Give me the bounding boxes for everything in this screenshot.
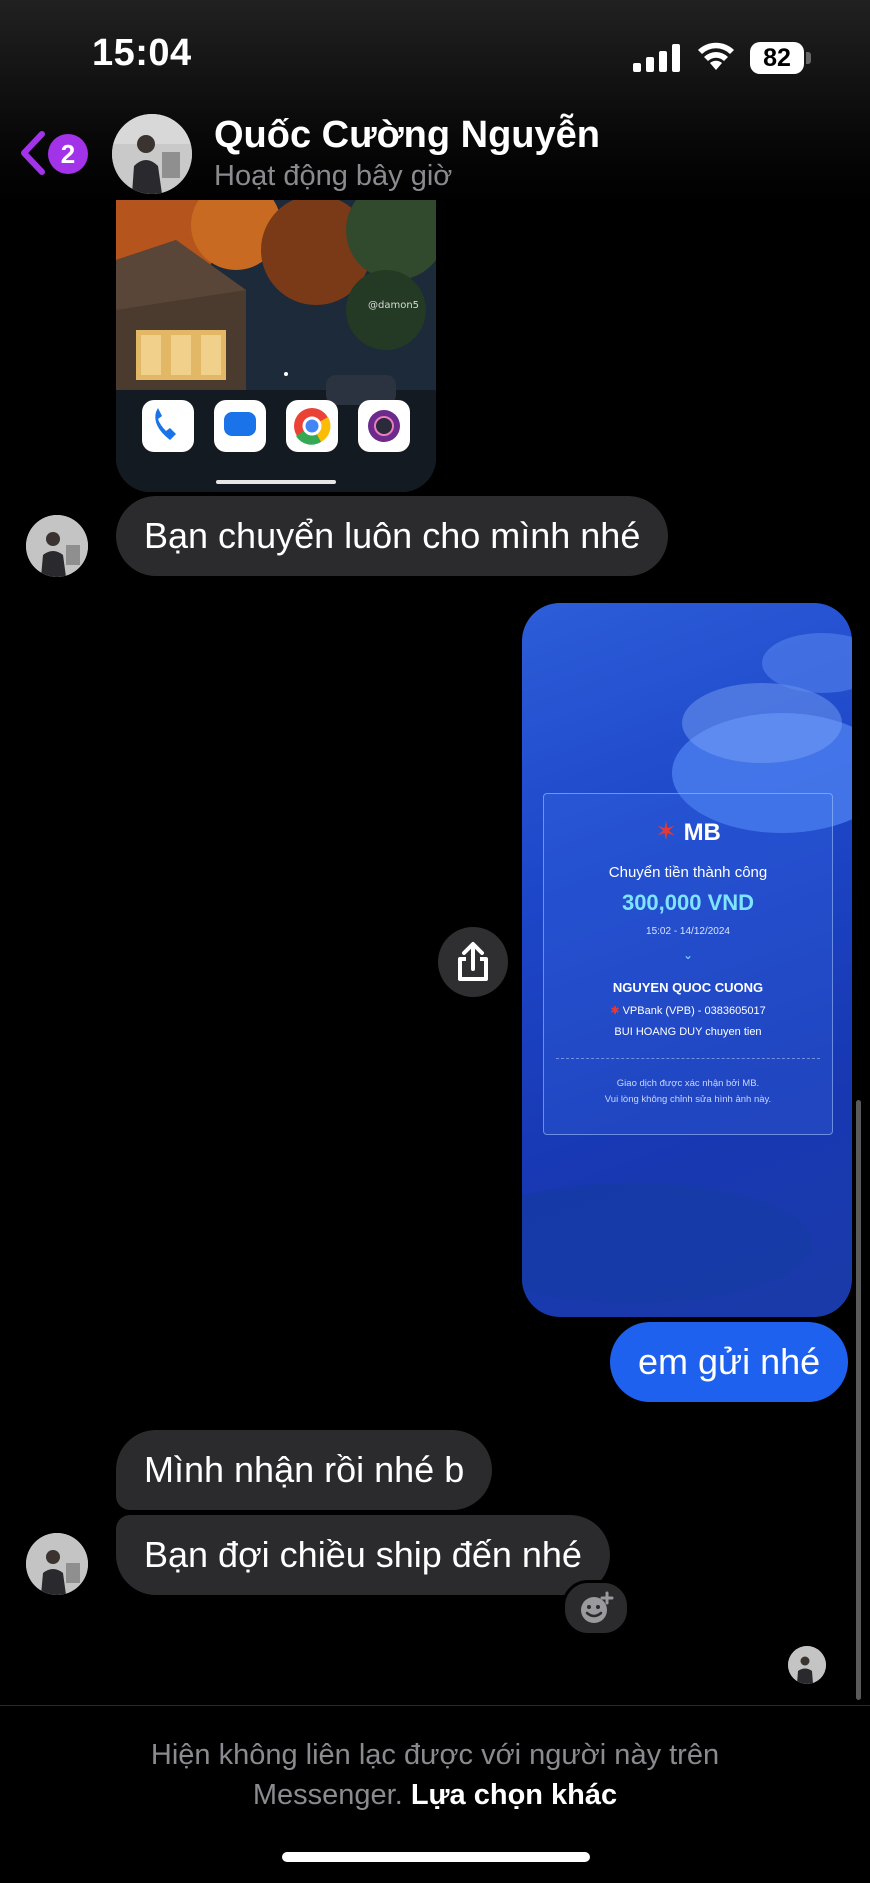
mb-star-icon: ✶ (655, 816, 677, 846)
receipt-footer-line2: Vui lòng không chỉnh sửa hình ảnh này. (604, 1094, 772, 1105)
message-bubble-incoming[interactable]: Mình nhận rồi nhé b (116, 1430, 493, 1510)
contact-active-status: Hoạt động bây giờ (214, 160, 453, 192)
receipt-amount: 300,000 VND (621, 890, 755, 915)
transfer-receipt-image[interactable]: ✶ MB Chuyển tiền thành công 300,000 VND … (522, 603, 852, 1317)
sender-avatar[interactable] (26, 1533, 88, 1595)
wifi-icon (698, 42, 734, 70)
status-time: 15:04 (92, 32, 192, 74)
chevron-left-icon (21, 131, 45, 175)
home-indicator[interactable] (282, 1852, 590, 1862)
unavailable-notice: Hiện không liên lạc được với người này t… (0, 1735, 870, 1815)
shared-image-top[interactable]: @damon5 (116, 200, 436, 492)
vpbank-icon: ✱ (610, 1005, 620, 1017)
share-button[interactable] (438, 927, 508, 997)
footer-divider (0, 1705, 870, 1706)
unavailable-notice-line2: Messenger. (252, 1779, 403, 1811)
seen-receipt-avatar (788, 1646, 826, 1684)
message-bubble-incoming[interactable]: Bạn đợi chiều ship đến nhé (116, 1515, 610, 1595)
receipt-footer-line1: Giao dịch được xác nhận bởi MB. (616, 1078, 760, 1089)
unread-count-badge: 2 (48, 134, 88, 174)
add-reaction-button[interactable] (562, 1580, 630, 1636)
sender-avatar[interactable] (26, 515, 88, 577)
receipt-card: ✶ MB Chuyển tiền thành công 300,000 VND … (543, 793, 833, 1135)
chevron-down-icon: ⌄ (682, 948, 694, 962)
contact-name[interactable]: Quốc Cường Nguyễn (214, 114, 600, 157)
smiley-plus-icon (581, 1591, 614, 1623)
message-bubble-incoming[interactable]: Bạn chuyển luôn cho mình nhé (116, 496, 669, 576)
unavailable-notice-line1: Hiện không liên lạc được với người này t… (150, 1739, 720, 1771)
receipt-note: BUI HOANG DUY chuyen tien (614, 1026, 762, 1038)
cellular-signal-icon (633, 44, 680, 72)
receipt-recipient-bank: VPBank (VPB) - 0383605017 (622, 1005, 766, 1017)
battery-level: 82 (763, 44, 791, 72)
image-watermark: @damon5 (368, 300, 419, 311)
other-options-link[interactable]: Lựa chọn khác (411, 1779, 617, 1811)
phone-screenshot-image: @damon5 (116, 200, 436, 492)
receipt-title: Chuyển tiền thành công (608, 864, 768, 881)
contact-avatar[interactable] (112, 114, 192, 194)
receipt-recipient: NGUYEN QUOC CUONG (612, 980, 764, 995)
share-icon (458, 942, 488, 981)
bank-logo: MB (683, 819, 721, 846)
back-button[interactable]: 2 (18, 130, 92, 178)
message-bubble-outgoing[interactable]: em gửi nhé (610, 1322, 849, 1402)
receipt-datetime: 15:02 - 14/12/2024 (646, 926, 730, 937)
scrollbar[interactable] (856, 1100, 861, 1700)
battery-indicator: 82 (750, 42, 811, 74)
receipt-divider (556, 1058, 820, 1059)
